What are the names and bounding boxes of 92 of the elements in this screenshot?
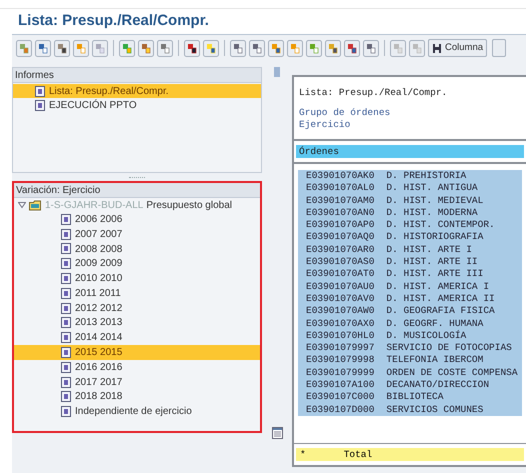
toolbar-tool-icon[interactable] bbox=[325, 40, 341, 56]
folder-icon bbox=[29, 200, 42, 210]
document-icon bbox=[61, 243, 71, 254]
toolbar-tool-icon[interactable] bbox=[184, 40, 200, 56]
order-number: E03901070HL0 bbox=[306, 330, 374, 342]
document-icon bbox=[61, 317, 71, 328]
order-number: E03901070AL0 bbox=[306, 182, 374, 195]
order-description: D. HIST. AMERICA I bbox=[386, 280, 490, 293]
tree-item[interactable]: Independiente de ejercicio bbox=[14, 404, 260, 420]
order-number: E0390107A100 bbox=[306, 379, 374, 392]
order-number: E03901070AU0 bbox=[306, 280, 374, 293]
report-header-line: Grupo de órdenes bbox=[299, 107, 392, 119]
report-title: Lista: Presup./Real/Compr. bbox=[298, 86, 448, 100]
order-description: D. HIST. ANTIGUA bbox=[386, 182, 478, 195]
order-number: E03901070AK0 bbox=[306, 170, 374, 182]
document-icon bbox=[61, 406, 71, 418]
order-description: D. HIST. AMERICA II bbox=[386, 292, 495, 306]
order-number: E03901070AX0 bbox=[306, 318, 374, 330]
total-marker: * bbox=[300, 448, 306, 461]
order-description: D. HISTORIOGRAFIA bbox=[386, 231, 484, 244]
document-icon bbox=[61, 258, 71, 270]
order-number: E03901070AW0 bbox=[306, 305, 374, 318]
document-icon bbox=[61, 288, 71, 299]
order-description: D. GEOGRAFIA FISICA bbox=[386, 305, 495, 318]
order-number: E03901070AR0 bbox=[306, 244, 374, 256]
document-icon bbox=[61, 362, 71, 373]
tree-item[interactable]: 2017 2017 bbox=[14, 374, 260, 390]
order-number: E0390107C000 bbox=[306, 391, 374, 404]
column-button[interactable]: Columna bbox=[428, 39, 488, 57]
order-number: E03901070AT0 bbox=[306, 268, 374, 281]
report-item[interactable]: EJECUCIÓN PPTO bbox=[13, 98, 261, 112]
tree-item[interactable]: 2014 2014 bbox=[14, 330, 260, 346]
document-icon bbox=[61, 347, 71, 358]
tree-item[interactable]: 2013 2013 bbox=[14, 316, 260, 330]
order-number: E03901070AQ0 bbox=[306, 231, 374, 244]
tree-item[interactable]: 2011 2011 bbox=[14, 286, 260, 301]
tree-item[interactable]: 2008 2008 bbox=[14, 242, 260, 256]
tree-item[interactable]: 2009 2009 bbox=[14, 256, 260, 272]
order-description: DECANATO/DIRECCION bbox=[386, 379, 490, 392]
document-icon bbox=[61, 332, 71, 344]
panel-header: Variación: Ejercicio bbox=[14, 183, 260, 198]
scroll-marker-icon[interactable] bbox=[274, 67, 280, 77]
tree-item[interactable]: 2016 2016 bbox=[14, 360, 260, 375]
order-description: TELEFONIA IBERCOM bbox=[386, 354, 484, 367]
order-description: BIBLIOTECA bbox=[386, 391, 444, 404]
document-icon bbox=[61, 391, 71, 402]
order-number: E03901079997 bbox=[306, 342, 374, 354]
tree-item[interactable]: 2015 2015 bbox=[14, 345, 260, 360]
tree-item[interactable]: 2018 2018 bbox=[14, 390, 260, 404]
document-icon bbox=[35, 86, 45, 96]
order-number: E03901070AP0 bbox=[306, 219, 374, 232]
document-icon bbox=[61, 302, 71, 314]
document-icon bbox=[61, 273, 71, 284]
report-item[interactable]: Lista: Presup./Real/Compr. bbox=[13, 84, 261, 98]
report-header-line: Ejercicio bbox=[299, 119, 352, 131]
order-description: D. HIST. ARTE II bbox=[386, 256, 478, 268]
order-description: D. HIST. CONTEMPOR. bbox=[386, 219, 495, 232]
order-number: E03901070AN0 bbox=[306, 206, 374, 220]
document-icon bbox=[35, 100, 45, 110]
order-number: E03901070AV0 bbox=[306, 292, 374, 306]
order-number: E0390107D000 bbox=[306, 404, 374, 416]
columns-icon bbox=[432, 42, 442, 54]
window-title: Lista: Presup./Real/Compr. bbox=[18, 11, 209, 32]
tree-item[interactable]: 2006 2006 bbox=[14, 212, 260, 227]
order-description: D. MUSICOLOGÍA bbox=[386, 330, 466, 342]
tree-item[interactable]: 2012 2012 bbox=[14, 300, 260, 316]
order-description: SERVICIOS COMUNES bbox=[386, 404, 484, 416]
panel-header: Informes bbox=[13, 68, 261, 83]
node-code: 1-S-GJAHR-BUD-ALL bbox=[45, 198, 144, 212]
document-icon bbox=[61, 214, 71, 225]
document-icon bbox=[61, 228, 71, 240]
column-header: Órdenes bbox=[296, 145, 524, 158]
order-description: SERVICIO DE FOTOCOPIAS bbox=[386, 342, 512, 354]
tree-item[interactable]: 2010 2010 bbox=[14, 271, 260, 286]
order-number: E03901079998 bbox=[306, 354, 374, 367]
document-icon bbox=[61, 376, 71, 388]
expanded-triangle-icon[interactable] bbox=[18, 201, 26, 209]
tree-item[interactable]: 2007 2007 bbox=[14, 226, 260, 242]
order-description: D. HIST. MEDIEVAL bbox=[386, 194, 484, 207]
total-label: Total bbox=[344, 448, 372, 461]
order-number: E03901070AM0 bbox=[306, 194, 374, 207]
order-description: D. HIST. ARTE III bbox=[386, 268, 484, 281]
table-icon[interactable] bbox=[272, 427, 282, 439]
order-number: E03901079999 bbox=[306, 366, 374, 380]
order-number: E03901070AS0 bbox=[306, 256, 374, 268]
node-label: Presupuesto global bbox=[146, 198, 232, 212]
order-description: D. PREHISTORIA bbox=[386, 170, 466, 182]
order-description: D. HIST. MODERNA bbox=[386, 206, 478, 220]
order-description: D. HIST. ARTE I bbox=[386, 244, 472, 256]
order-description: ORDEN DE COSTE COMPENSA bbox=[386, 366, 518, 380]
toolbar-tool-icon[interactable] bbox=[54, 40, 70, 56]
order-description: D. GEOGRF. HUMANA bbox=[386, 318, 484, 330]
